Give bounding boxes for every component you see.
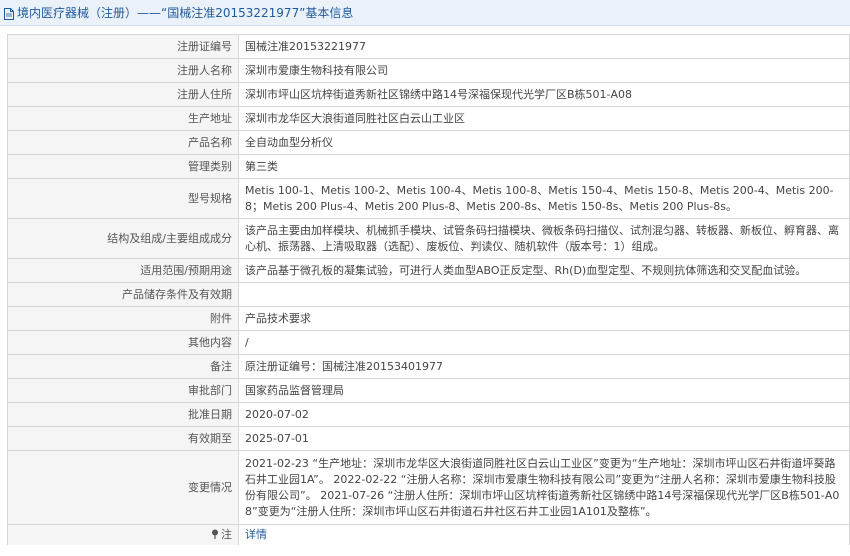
note-label-cell: 注 <box>7 524 239 545</box>
row-label: 管理类别 <box>7 154 239 179</box>
row-value: 第三类 <box>238 154 850 179</box>
table-row: 管理类别 第三类 <box>7 154 850 179</box>
row-label: 适用范围/预期用途 <box>7 258 239 283</box>
table-row: 备注 原注册证编号：国械注准20153401977 <box>7 354 850 379</box>
row-label: 备注 <box>7 354 239 379</box>
row-label: 生产地址 <box>7 106 239 131</box>
table-row: 注册人名称 深圳市爱康生物科技有限公司 <box>7 58 850 83</box>
details-link[interactable]: 详情 <box>245 528 267 541</box>
row-label: 有效期至 <box>7 426 239 451</box>
row-value: 深圳市龙华区大浪街道同胜社区白云山工业区 <box>238 106 850 131</box>
document-icon <box>4 7 14 20</box>
note-value-cell: 详情 <box>238 524 850 545</box>
table-row: 附件 产品技术要求 <box>7 306 850 331</box>
row-value: 2021-02-23 “生产地址：深圳市龙华区大浪街道同胜社区白云山工业区”变更… <box>238 450 850 525</box>
row-label: 批准日期 <box>7 402 239 427</box>
row-label: 附件 <box>7 306 239 331</box>
row-label: 注册证编号 <box>7 34 239 59</box>
table-row: 产品储存条件及有效期 <box>7 282 850 307</box>
row-value <box>238 282 850 307</box>
row-label: 型号规格 <box>7 178 239 219</box>
note-row: 注 详情 <box>7 524 850 545</box>
row-value: 产品技术要求 <box>238 306 850 331</box>
page-title-bar: 境内医疗器械（注册）——“国械注准20153221977”基本信息 <box>0 0 850 26</box>
table-row: 生产地址 深圳市龙华区大浪街道同胜社区白云山工业区 <box>7 106 850 131</box>
row-value: 全自动血型分析仪 <box>238 130 850 155</box>
row-label: 其他内容 <box>7 330 239 355</box>
row-label: 产品储存条件及有效期 <box>7 282 239 307</box>
row-value: 该产品主要由加样模块、机械抓手模块、试管条码扫描模块、微板条码扫描仪、试剂混匀器… <box>238 218 850 259</box>
table-row: 适用范围/预期用途 该产品基于微孔板的凝集试验，可进行人类血型ABO正反定型、R… <box>7 258 850 283</box>
table-row: 批准日期 2020-07-02 <box>7 402 850 427</box>
row-value: 2025-07-01 <box>238 426 850 451</box>
row-label: 审批部门 <box>7 378 239 403</box>
row-label: 注册人名称 <box>7 58 239 83</box>
table-row: 注册人住所 深圳市坪山区坑梓街道秀新社区锦绣中路14号深福保现代光学厂区B栋50… <box>7 82 850 107</box>
row-label: 变更情况 <box>7 450 239 525</box>
table-row: 结构及组成/主要组成成分 该产品主要由加样模块、机械抓手模块、试管条码扫描模块、… <box>7 218 850 259</box>
row-value: 国家药品监督管理局 <box>238 378 850 403</box>
table-row: 产品名称 全自动血型分析仪 <box>7 130 850 155</box>
page-title: 境内医疗器械（注册）——“国械注准20153221977”基本信息 <box>17 6 354 20</box>
pin-icon <box>212 529 218 539</box>
row-label: 产品名称 <box>7 130 239 155</box>
row-value: 深圳市爱康生物科技有限公司 <box>238 58 850 83</box>
table-row: 变更情况 2021-02-23 “生产地址：深圳市龙华区大浪街道同胜社区白云山工… <box>7 450 850 525</box>
row-value: 2020-07-02 <box>238 402 850 427</box>
row-value: 该产品基于微孔板的凝集试验，可进行人类血型ABO正反定型、Rh(D)血型定型、不… <box>238 258 850 283</box>
note-label: 注 <box>221 527 232 541</box>
table-row: 有效期至 2025-07-01 <box>7 426 850 451</box>
row-label: 注册人住所 <box>7 82 239 107</box>
row-value: 深圳市坪山区坑梓街道秀新社区锦绣中路14号深福保现代光学厂区B栋501-A08 <box>238 82 850 107</box>
table-row: 注册证编号 国械注准20153221977 <box>7 34 850 59</box>
table-row: 型号规格 Metis 100-1、Metis 100-2、Metis 100-4… <box>7 178 850 219</box>
row-value: 原注册证编号：国械注准20153401977 <box>238 354 850 379</box>
row-value: / <box>238 330 850 355</box>
row-label: 结构及组成/主要组成成分 <box>7 218 239 259</box>
row-value: 国械注准20153221977 <box>238 34 850 59</box>
table-row: 其他内容 / <box>7 330 850 355</box>
row-value: Metis 100-1、Metis 100-2、Metis 100-4、Meti… <box>238 178 850 219</box>
table-row: 审批部门 国家药品监督管理局 <box>7 378 850 403</box>
detail-table: 注册证编号 国械注准20153221977 注册人名称 深圳市爱康生物科技有限公… <box>7 34 850 545</box>
